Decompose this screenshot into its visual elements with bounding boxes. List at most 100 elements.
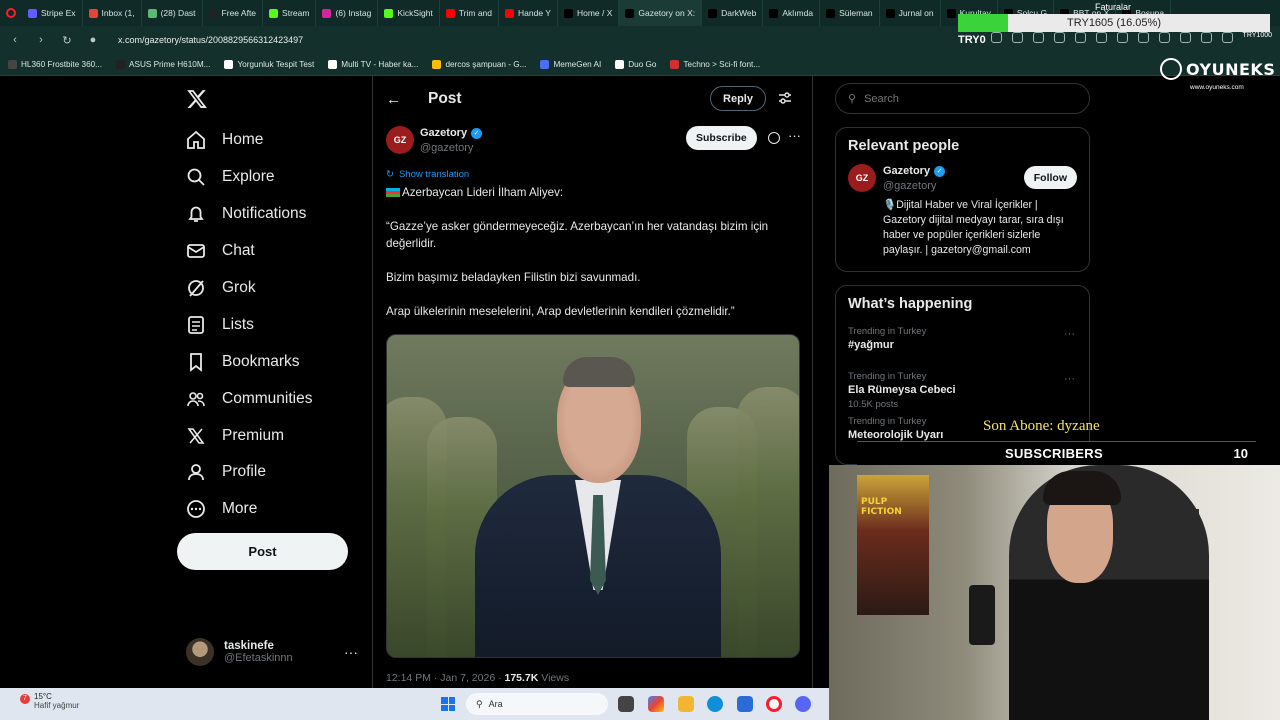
bookmark-item[interactable]: Techno > Sci-fi font... (670, 60, 760, 69)
more-dots-icon[interactable]: ··· (344, 644, 358, 660)
compose-post-button[interactable]: Post (177, 533, 348, 570)
download-icon[interactable] (1116, 32, 1128, 43)
author-avatar[interactable]: GZ (386, 126, 414, 154)
back-arrow-icon[interactable]: ‹ (8, 33, 22, 47)
shield-icon[interactable] (1053, 32, 1065, 43)
account-switcher[interactable]: taskinefe @Efetaskinnn ··· (186, 638, 358, 666)
tab-label: Stream (282, 8, 310, 18)
bookmark-icon (186, 352, 206, 372)
tab-favicon-icon (445, 8, 455, 18)
reload-icon[interactable]: ↻ (60, 33, 74, 47)
more-dots-icon[interactable]: ··· (1064, 373, 1075, 385)
sidebar-item-notifications[interactable]: Notifications (186, 196, 312, 233)
browser-tab[interactable]: Süleman (820, 0, 880, 26)
opera-logo-icon[interactable] (0, 0, 22, 26)
puzzle-icon[interactable] (1137, 32, 1149, 43)
follow-button[interactable]: Follow (1023, 166, 1077, 189)
browser-tab[interactable]: Stripe Ex (22, 0, 83, 26)
heart-icon[interactable] (1095, 32, 1107, 43)
grok-icon[interactable] (768, 132, 780, 144)
bookmark-label: Yorgunluk Tespit Test (237, 60, 315, 69)
forward-arrow-icon[interactable]: › (34, 33, 48, 47)
browser-tab[interactable]: Aklımda (763, 0, 821, 26)
sidebar-item-chat[interactable]: Chat (186, 233, 312, 270)
bookmark-label: Duo Go (628, 60, 657, 69)
mail-icon (186, 241, 206, 261)
back-arrow-icon[interactable]: ← (386, 91, 401, 108)
weather-widget[interactable]: 7 15°C Hafif yağmur (20, 692, 79, 710)
task-view-icon[interactable] (618, 696, 634, 712)
sidebar-item-premium[interactable]: Premium (186, 417, 312, 454)
opera-icon[interactable] (766, 696, 782, 712)
trend-item[interactable]: Trending in Turkey Ela Rümeysa Cebeci 10.5… (836, 367, 1089, 412)
subscribers-count: 10 (1233, 446, 1248, 461)
bookmark-item[interactable]: Multi TV - Haber ka... (328, 60, 418, 69)
bookmark-item[interactable]: Duo Go (615, 60, 656, 69)
extension-try-icon[interactable]: TRY1000 (1243, 32, 1272, 43)
trend-item[interactable]: Trending in Turkey #yağmur ··· (836, 322, 1089, 367)
browser-tab[interactable]: (28) Dast (142, 0, 203, 26)
sidebar-item-bookmarks[interactable]: Bookmarks (186, 343, 312, 380)
wallet-icon[interactable] (1179, 32, 1191, 43)
browser-tab[interactable]: KickSight (378, 0, 440, 26)
bookmark-item[interactable]: MemeGen AI (540, 60, 601, 69)
sidebar-item-more[interactable]: More (186, 491, 312, 528)
taskbar-search[interactable]: ⚲ Ara (466, 693, 608, 715)
post-photo[interactable] (386, 334, 800, 658)
browser-tab[interactable]: Hande Y (499, 0, 558, 26)
search-icon[interactable] (990, 32, 1002, 43)
divider (372, 76, 373, 688)
edge-icon[interactable] (707, 696, 723, 712)
search-input[interactable] (864, 92, 1065, 105)
url-field[interactable]: x.com/gazetory/status/200882956631242349… (118, 35, 303, 45)
person-icon[interactable] (1158, 32, 1170, 43)
post-timestamp[interactable]: 12:14 PM · Jan 7, 2026 · (386, 672, 504, 684)
sidebar-item-profile[interactable]: Profile (186, 454, 312, 491)
tab-label: DarkWeb (721, 8, 757, 18)
browser-tab[interactable]: Stream (263, 0, 317, 26)
extension-icon[interactable] (1221, 32, 1233, 43)
subscribe-button[interactable]: Subscribe (686, 126, 757, 150)
person-name[interactable]: Gazetory ✓ (883, 165, 946, 177)
camera-icon[interactable] (1032, 32, 1044, 43)
sidebar-item-home[interactable]: Home (186, 122, 312, 159)
file-explorer-icon[interactable] (678, 696, 694, 712)
more-dots-icon[interactable]: ··· (788, 128, 801, 143)
copilot-icon[interactable] (648, 696, 664, 712)
show-translation-link[interactable]: ↻ Show translation (386, 169, 469, 180)
browser-tab[interactable]: Trim and (440, 0, 500, 26)
sidebar-item-grok[interactable]: Grok (186, 270, 312, 307)
discord-icon[interactable] (795, 696, 811, 712)
author-handle[interactable]: @gazetory (420, 142, 473, 154)
sidebar-item-label: Grok (222, 279, 256, 296)
more-dots-icon[interactable]: ··· (1064, 328, 1075, 340)
x-logo-icon[interactable] (186, 88, 208, 110)
store-icon[interactable] (737, 696, 753, 712)
oyuneks-brand: OYUNEKS (1186, 59, 1276, 79)
browser-tab[interactable]: Inbox (1, (83, 0, 142, 26)
browser-tab[interactable]: Jurnal on (880, 0, 941, 26)
browser-tab[interactable]: DarkWeb (702, 0, 764, 26)
sidebar-item-communities[interactable]: Communities (186, 380, 312, 417)
sidebar-item-label: Communities (222, 389, 313, 407)
search-box[interactable]: ⚲ (835, 83, 1090, 114)
edit-icon[interactable] (1011, 32, 1023, 43)
play-icon[interactable] (1074, 32, 1086, 43)
settings-icon[interactable] (1200, 32, 1212, 43)
sliders-icon[interactable] (778, 91, 792, 105)
author-name[interactable]: Gazetory ✓ (420, 127, 483, 139)
windows-start-icon[interactable] (441, 697, 455, 711)
bookmark-item[interactable]: ASUS Prime H610M... (116, 60, 210, 69)
bookmark-item[interactable]: dercos şampuan - G... (432, 60, 526, 69)
browser-tab[interactable]: Free Afte (203, 0, 264, 26)
sidebar-item-lists[interactable]: Lists (186, 306, 312, 343)
bookmark-item[interactable]: Yorgunluk Tespit Test (224, 60, 314, 69)
browser-tab[interactable]: Gazetory on X: (619, 0, 703, 26)
reply-button[interactable]: Reply (710, 86, 766, 111)
sidebar-item-explore[interactable]: Explore (186, 159, 312, 196)
browser-tab[interactable]: (6) Instag (316, 0, 379, 26)
bookmark-item[interactable]: HL360 Frostbite 360... (8, 60, 102, 69)
relevant-person[interactable]: GZ Gazetory ✓ @gazetory Follow 🎙️Dijital … (836, 164, 1089, 294)
author-avatar[interactable]: GZ (848, 164, 876, 192)
browser-tab[interactable]: Home / X (558, 0, 620, 26)
